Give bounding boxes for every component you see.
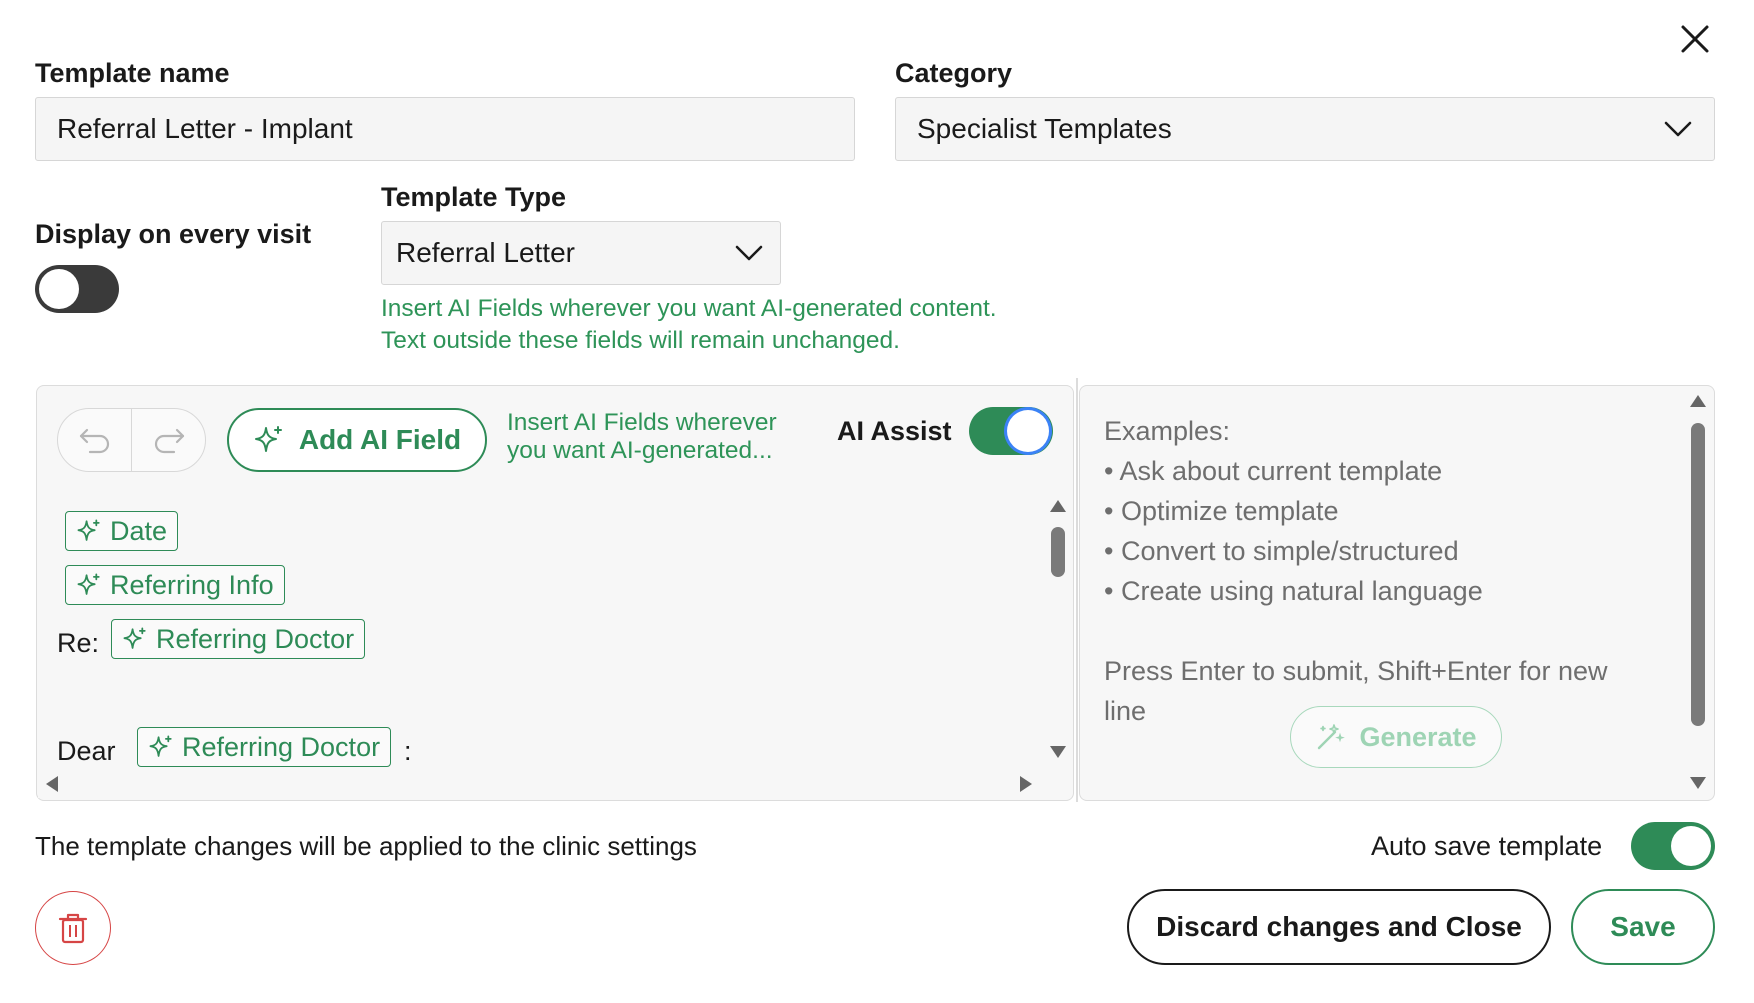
magic-wand-icon bbox=[1318, 724, 1346, 750]
save-button[interactable]: Save bbox=[1571, 889, 1715, 965]
toggle-knob bbox=[1007, 410, 1049, 452]
sparkle-icon bbox=[254, 426, 282, 452]
ai-field-chip-referring-info[interactable]: Referring Info bbox=[65, 565, 285, 605]
example-item: • Convert to simple/structured bbox=[1104, 536, 1459, 566]
redo-icon bbox=[154, 428, 184, 454]
ai-field-chip-label: Referring Info bbox=[110, 569, 274, 600]
sparkle-icon bbox=[123, 627, 146, 649]
add-ai-field-label: Add AI Field bbox=[298, 424, 462, 455]
undo-button[interactable] bbox=[58, 409, 132, 471]
salutation-colon: : bbox=[404, 736, 412, 766]
add-ai-field-button[interactable]: Add AI Field bbox=[227, 408, 487, 472]
ai-field-chip-referring-doctor-salutation[interactable]: Referring Doctor bbox=[137, 727, 392, 767]
auto-save-label: Auto save template bbox=[1371, 831, 1603, 861]
undo-redo-group bbox=[57, 408, 206, 472]
scroll-left-arrow[interactable] bbox=[46, 776, 58, 792]
example-item: • Optimize template bbox=[1104, 496, 1339, 526]
scroll-right-arrow[interactable] bbox=[1020, 776, 1032, 792]
scroll-up-arrow[interactable] bbox=[1050, 500, 1066, 512]
category-value: Specialist Templates bbox=[917, 113, 1172, 144]
ai-field-chip-label: Date bbox=[110, 515, 168, 546]
editor-vertical-scrollbar[interactable] bbox=[1044, 495, 1072, 763]
editor-hint-line2: you want AI-generated... bbox=[507, 437, 773, 464]
ai-field-chip-label: Referring Doctor bbox=[182, 731, 381, 762]
toggle-knob bbox=[1671, 826, 1711, 866]
template-type-hint-line2: Text outside these fields will remain un… bbox=[381, 327, 900, 354]
scroll-up-arrow[interactable] bbox=[1690, 395, 1706, 407]
chevron-down-icon bbox=[1664, 121, 1692, 137]
dear-label: Dear bbox=[57, 736, 116, 766]
display-every-visit-label: Display on every visit bbox=[35, 219, 312, 249]
template-type-label: Template Type bbox=[381, 182, 567, 212]
panel-divider bbox=[1076, 378, 1078, 802]
category-label: Category bbox=[895, 58, 1013, 88]
generate-label: Generate bbox=[1359, 721, 1477, 752]
delete-template-button[interactable] bbox=[35, 891, 111, 965]
example-item: • Create using natural language bbox=[1104, 576, 1483, 606]
examples-title: Examples: bbox=[1104, 416, 1231, 446]
ai-field-chip-label: Referring Doctor bbox=[156, 623, 355, 654]
editor-hint: Insert AI Fields wherever you want AI-ge… bbox=[507, 409, 777, 465]
scroll-down-arrow[interactable] bbox=[1690, 777, 1706, 789]
example-item: • Ask about current template bbox=[1104, 456, 1443, 486]
editor-hint-line1: Insert AI Fields wherever bbox=[507, 409, 777, 436]
assist-vertical-scrollbar[interactable] bbox=[1684, 393, 1712, 793]
template-type-select[interactable]: Referral Letter bbox=[381, 221, 781, 285]
display-every-visit-toggle[interactable] bbox=[35, 265, 119, 313]
generate-button[interactable]: Generate bbox=[1290, 706, 1502, 768]
close-icon bbox=[1681, 25, 1709, 53]
toggle-knob bbox=[39, 269, 79, 309]
ai-field-chip-date[interactable]: Date bbox=[65, 511, 179, 551]
ai-assist-label: AI Assist bbox=[837, 416, 952, 446]
scroll-thumb[interactable] bbox=[1691, 423, 1705, 726]
trash-icon bbox=[58, 913, 88, 944]
sparkle-icon bbox=[77, 573, 100, 595]
ai-field-chip-referring-doctor[interactable]: Referring Doctor bbox=[111, 619, 366, 659]
auto-save-toggle[interactable] bbox=[1631, 822, 1715, 870]
category-select[interactable]: Specialist Templates bbox=[895, 97, 1715, 161]
template-type-hint-line1: Insert AI Fields wherever you want AI-ge… bbox=[381, 295, 997, 322]
sparkle-icon bbox=[149, 735, 172, 757]
re-label: Re: bbox=[57, 628, 100, 658]
scroll-thumb[interactable] bbox=[1051, 527, 1065, 577]
template-type-hint: Insert AI Fields wherever you want AI-ge… bbox=[381, 293, 997, 357]
template-name-input[interactable]: Referral Letter - Implant bbox=[35, 97, 855, 161]
clinic-settings-note: The template changes will be applied to … bbox=[35, 831, 697, 861]
redo-button[interactable] bbox=[132, 409, 205, 471]
scroll-down-arrow[interactable] bbox=[1050, 746, 1066, 758]
template-type-value: Referral Letter bbox=[396, 237, 575, 268]
close-button[interactable] bbox=[1678, 22, 1712, 56]
discard-and-close-button[interactable]: Discard changes and Close bbox=[1127, 889, 1551, 965]
template-name-label: Template name bbox=[35, 58, 230, 88]
template-name-value: Referral Letter - Implant bbox=[57, 113, 353, 144]
chevron-down-icon bbox=[735, 245, 763, 261]
editor-horizontal-scrollbar[interactable] bbox=[38, 770, 1038, 798]
ai-assist-toggle[interactable] bbox=[969, 407, 1053, 455]
undo-icon bbox=[79, 428, 109, 454]
ai-assist-examples: Examples: • Ask about current template •… bbox=[1104, 411, 1483, 611]
instructions-line1: Press Enter to submit, Shift+Enter for n… bbox=[1104, 656, 1608, 686]
sparkle-icon bbox=[77, 519, 100, 541]
